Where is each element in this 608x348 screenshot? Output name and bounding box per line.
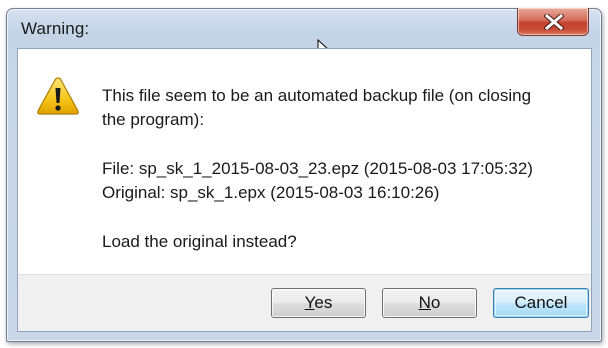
backup-file-info: File: sp_sk_1_2015-08-03_23.epz (2015-08…	[102, 159, 533, 178]
message-line-2: the program):	[102, 110, 205, 129]
no-button[interactable]: No	[382, 288, 477, 318]
warning-dialog: Warning: This file seem to be an automat…	[6, 8, 602, 342]
message-text: This file seem to be an automated backup…	[102, 84, 582, 254]
dialog-title: Warning:	[21, 19, 90, 38]
yes-mnemonic: Y	[304, 293, 315, 312]
close-button[interactable]	[517, 8, 589, 36]
message-line-1: This file seem to be an automated backup…	[102, 86, 532, 105]
close-icon	[544, 14, 564, 30]
no-mnemonic: N	[418, 293, 431, 312]
dialog-content: This file seem to be an automated backup…	[17, 48, 592, 332]
cancel-label: Cancel	[514, 293, 568, 312]
button-bar: Yes No Cancel	[18, 274, 591, 331]
yes-label-rest: es	[314, 293, 333, 312]
no-label-rest: o	[430, 293, 441, 312]
yes-button[interactable]: Yes	[271, 288, 366, 318]
title-bar[interactable]: Warning:	[7, 8, 601, 51]
warning-icon	[37, 77, 79, 115]
cancel-button[interactable]: Cancel	[493, 288, 589, 318]
question-text: Load the original instead?	[102, 232, 297, 251]
original-file-info: Original: sp_sk_1.epx (2015-08-03 16:10:…	[102, 183, 440, 202]
